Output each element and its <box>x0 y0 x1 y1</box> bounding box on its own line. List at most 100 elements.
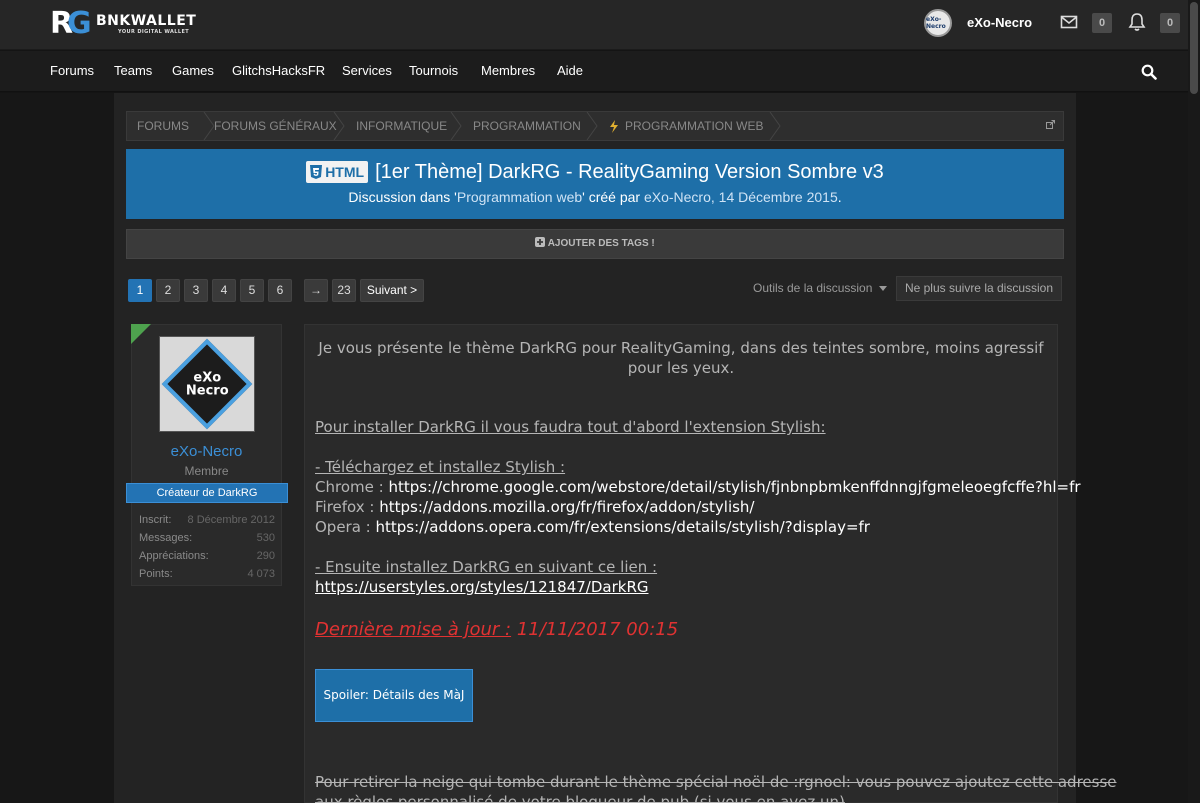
thread-meta-text: . <box>837 189 842 205</box>
nav-item-teams[interactable]: Teams <box>114 63 152 79</box>
thread-author-link[interactable]: eXo-Necro <box>644 189 711 205</box>
chrome-line: Chrome : https://chrome.google.com/webst… <box>315 477 1081 497</box>
stat-value: 8 Décembre 2012 <box>187 514 275 526</box>
browser-label: Opera : <box>315 518 376 536</box>
messages-count-badge[interactable]: 0 <box>1092 13 1112 33</box>
thread-meta-text: ' créé par <box>582 189 644 205</box>
author-stat-likes: Appréciations: 290 <box>139 549 275 563</box>
browser-label: Firefox : <box>315 498 380 516</box>
opera-link[interactable]: https://addons.opera.com/fr/extensions/d… <box>376 518 870 536</box>
breadcrumb-forums-generaux[interactable]: FORUMS GÉNÉRAUX <box>214 112 337 140</box>
nav-item-forums[interactable]: Forums <box>50 63 94 79</box>
page-button-5[interactable]: 5 <box>240 279 264 302</box>
breadcrumb-separator-icon <box>333 112 345 140</box>
page-button-4[interactable]: 4 <box>212 279 236 302</box>
thread-tools-label: Outils de la discussion <box>753 281 873 295</box>
author-stat-points: Points: 4 073 <box>139 567 275 581</box>
nav-item-services[interactable]: Services <box>342 63 392 79</box>
thread-prefix-label: HTML <box>325 164 365 180</box>
thread-title: [1er Thème] DarkRG - RealityGaming Versi… <box>375 161 884 183</box>
stat-value: 290 <box>256 550 275 562</box>
nav-item-aide[interactable]: Aide <box>557 63 583 79</box>
last-update-label: Dernière mise à jour : <box>315 619 512 640</box>
spoiler-button[interactable]: Spoiler: Détails des MàJ <box>315 669 473 722</box>
author-stat-joined: Inscrit: 8 Décembre 2012 <box>139 513 275 527</box>
page-scrollbar[interactable] <box>1188 0 1200 803</box>
avatar[interactable]: eXo-Necro <box>924 9 952 37</box>
breadcrumb-separator-icon <box>769 112 781 140</box>
thread-tools-menu[interactable]: Outils de la discussion <box>753 280 887 296</box>
breadcrumb-programmation[interactable]: PROGRAMMATION <box>473 112 581 140</box>
opera-line: Opera : https://addons.opera.com/fr/exte… <box>315 517 870 537</box>
lightning-icon <box>610 120 618 133</box>
nav-item-membres[interactable]: Membres <box>481 63 535 79</box>
external-link-icon[interactable] <box>1046 120 1055 129</box>
add-tags-label: AJOUTER DES TAGS ! <box>547 238 655 249</box>
add-tags-button[interactable]: AJOUTER DES TAGS ! <box>126 229 1064 259</box>
install-heading: Pour installer DarkRG il vous faudra tou… <box>315 418 826 436</box>
top-header: RG BNKWALLET YOUR DIGITAL WALLET eXo-Nec… <box>0 0 1188 50</box>
chrome-link[interactable]: https://chrome.google.com/webstore/detai… <box>388 478 1080 496</box>
page-gutter-left <box>0 93 114 803</box>
main-navigation: Forums Teams Games GlitchsHacksFR Servic… <box>0 51 1188 92</box>
logo-subtitle: YOUR DIGITAL WALLET <box>118 29 190 35</box>
breadcrumb-separator-icon <box>450 112 462 140</box>
nav-item-games[interactable]: Games <box>172 63 214 79</box>
thread-title-block: HTML [1er Thème] DarkRG - RealityGaming … <box>126 149 1064 219</box>
breadcrumb-forums[interactable]: FORUMS <box>137 112 189 140</box>
page-jump-button[interactable]: → <box>304 279 328 302</box>
snow-note-line-1: Pour retirer la neige qui tombe durant l… <box>315 773 1117 791</box>
nav-item-tournois[interactable]: Tournois <box>409 63 458 79</box>
online-indicator <box>131 324 151 344</box>
thread-prefix-badge[interactable]: HTML <box>306 161 369 183</box>
breadcrumb: FORUMS FORUMS GÉNÉRAUX INFORMATIQUE PROG… <box>126 111 1064 141</box>
author-role: Membre <box>184 464 229 478</box>
author-avatar[interactable]: eXo Necro <box>159 336 255 432</box>
browser-label: Chrome : <box>315 478 389 496</box>
bell-icon[interactable] <box>1128 12 1146 32</box>
snow-note-line-2: aux règles personnalisé de votre bloqueu… <box>315 793 845 803</box>
last-update-value: 11/11/2017 00:15 <box>511 619 679 640</box>
page-button-1[interactable]: 1 <box>128 279 152 302</box>
breadcrumb-informatique[interactable]: INFORMATIQUE <box>356 112 447 140</box>
post-intro: Je vous présente le thème DarkRG pour Re… <box>318 339 1044 377</box>
stat-value[interactable]: 4 073 <box>247 567 275 581</box>
unfollow-thread-button[interactable]: Ne plus suivre la discussion <box>896 276 1062 301</box>
html5-icon <box>310 165 323 179</box>
page-button-6[interactable]: 6 <box>268 279 292 302</box>
firefox-line: Firefox : https://addons.mozilla.org/fr/… <box>315 497 754 517</box>
avatar-text: Necro <box>185 383 229 398</box>
stat-value[interactable]: 530 <box>257 531 275 545</box>
envelope-icon[interactable] <box>1060 12 1078 32</box>
stat-label: Appréciations: <box>139 550 209 562</box>
next-page-button[interactable]: Suivant > <box>360 279 424 302</box>
stat-label: Messages: <box>139 532 193 544</box>
thread-date-link[interactable]: , 14 Décembre 2015 <box>711 189 838 205</box>
darkrg-link[interactable]: https://userstyles.org/styles/121847/Dar… <box>315 577 649 597</box>
stat-label: Points: <box>139 568 173 580</box>
logo-title: BNKWALLET <box>96 13 197 29</box>
thread-meta-text: Discussion dans ' <box>348 189 457 205</box>
last-update: Dernière mise à jour : 11/11/2017 00:15 <box>315 618 678 642</box>
site-logo[interactable]: RG BNKWALLET YOUR DIGITAL WALLET <box>50 8 196 40</box>
breadcrumb-separator-icon <box>586 112 598 140</box>
stat-label: Inscrit: <box>139 514 172 526</box>
author-stat-messages: Messages: 530 <box>139 531 275 545</box>
firefox-link[interactable]: https://addons.mozilla.org/fr/firefox/ad… <box>379 498 754 516</box>
thread-forum-link[interactable]: Programmation web <box>457 189 582 205</box>
account-username[interactable]: eXo-Necro <box>967 13 1032 33</box>
scrollbar-thumb[interactable] <box>1190 2 1198 94</box>
author-name-link[interactable]: eXo-Necro <box>131 442 282 462</box>
search-icon[interactable] <box>1141 64 1157 80</box>
page-button-last[interactable]: 23 <box>332 279 356 302</box>
page-button-2[interactable]: 2 <box>156 279 180 302</box>
page-gutter-right <box>1076 93 1188 803</box>
alerts-count-badge[interactable]: 0 <box>1160 13 1180 33</box>
account-menu[interactable]: eXo-Necro eXo-Necro <box>924 9 1032 37</box>
breadcrumb-programmation-web[interactable]: PROGRAMMATION WEB <box>625 112 763 140</box>
page-button-3[interactable]: 3 <box>184 279 208 302</box>
pagination: 1 2 3 4 5 6 → 23 Suivant > <box>128 279 424 302</box>
nav-item-glitchshacksfr[interactable]: GlitchsHacksFR <box>232 63 325 79</box>
chevron-down-icon <box>878 286 887 291</box>
step1-heading: - Téléchargez et installez Stylish : <box>315 458 566 476</box>
